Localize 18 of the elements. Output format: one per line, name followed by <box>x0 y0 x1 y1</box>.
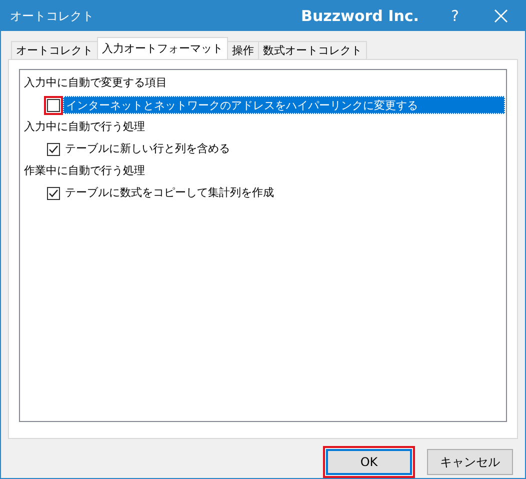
dialog-button[interactable]: OK <box>326 449 412 475</box>
checkbox[interactable] <box>47 142 60 156</box>
tab[interactable]: 入力オートフォーマット <box>97 37 228 59</box>
option-label[interactable]: インターネットとネットワークのアドレスをハイパーリンクに変更する <box>63 96 505 114</box>
tab[interactable]: オートコレクト <box>11 41 98 59</box>
help-button[interactable]: ? <box>433 1 477 31</box>
brand-label: Buzzword Inc. <box>301 7 419 25</box>
checkbox[interactable] <box>47 98 60 112</box>
window-title: オートコレクト <box>10 8 95 24</box>
tab[interactable]: 数式オートコレクト <box>258 41 367 59</box>
group-heading: 入力中に自動で行う処理 <box>24 119 146 135</box>
option-label[interactable]: テーブルに数式をコピーして集計列を作成 <box>63 184 505 202</box>
dialog-button[interactable]: キャンセル <box>427 449 513 475</box>
group-heading: 入力中に自動で変更する項目 <box>24 75 168 91</box>
close-icon <box>494 9 508 23</box>
checkbox[interactable] <box>47 186 60 200</box>
group-heading: 作業中に自動で行う処理 <box>24 163 146 179</box>
option-label[interactable]: テーブルに新しい行と列を含める <box>63 140 505 158</box>
